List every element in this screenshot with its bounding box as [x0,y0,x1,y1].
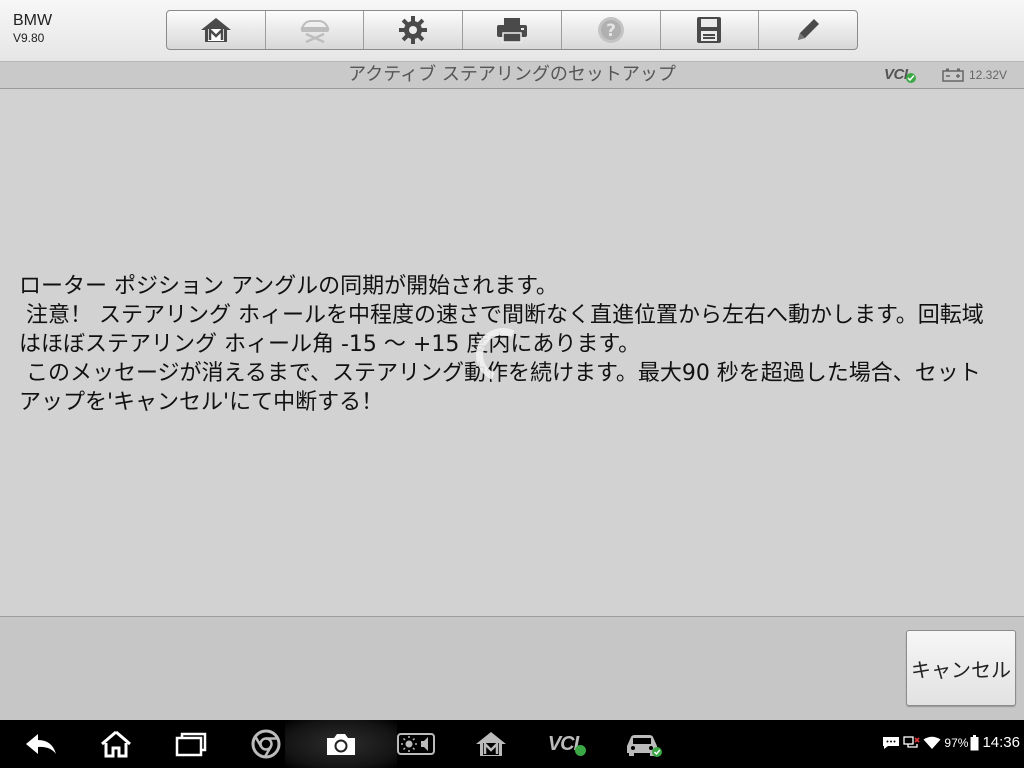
battery-voltage: 12.32V [969,68,1008,82]
message-area: ローター ポジション アングルの同期が開始されます。 注意！ ステアリング ホィ… [0,90,1024,616]
cancel-button[interactable]: キャンセル [906,630,1016,706]
maxisys-home-button[interactable] [472,728,510,760]
house-icon [101,730,131,758]
action-bar: キャンセル [0,616,1024,720]
app-version: V9.80 [13,31,45,45]
vci-nav-label: VCI [547,732,579,755]
vci-label: VCI [884,66,908,83]
system-clock: 14:36 [982,734,1020,751]
recent-apps-icon [175,732,207,757]
remote-expert-button[interactable] [622,728,664,760]
help-icon: ? [597,17,624,43]
back-arrow-icon [26,734,56,754]
title-bar: アクティブ ステアリングのセットアップ VCI 12.32V [0,62,1024,89]
home-nav-button[interactable] [97,728,135,760]
vci-status: VCI [884,66,916,83]
main-toolbar: ? [166,10,858,50]
vci-manager-button[interactable]: VCI [543,728,591,760]
printer-icon [497,18,528,43]
app-name: BMW [13,12,53,29]
top-header: BMW V9.80 ? [0,0,1024,62]
vci-connected-icon [905,72,916,83]
network-error-icon [903,735,920,748]
camera-icon [327,734,355,755]
edit-button[interactable] [759,11,857,49]
battery-percent: 97% [944,735,969,750]
home-m-icon [476,732,506,756]
brightness-volume-icon [397,733,435,755]
app-brand: BMW V9.80 [13,11,52,46]
save-icon [697,17,722,43]
page-title: アクティブ ステアリングのセットアップ [348,64,676,85]
home-m-icon [200,18,231,42]
wifi-icon [923,736,941,749]
back-button[interactable] [22,728,60,760]
recent-apps-button[interactable] [172,728,210,760]
battery-status: 12.32V [942,68,1007,82]
print-button[interactable] [463,11,562,49]
chrome-icon [251,729,281,759]
help-button[interactable]: ? [562,11,661,49]
camera-button[interactable] [322,728,360,760]
home-button[interactable] [167,11,266,49]
save-button[interactable] [661,11,760,49]
battery-icon [970,734,979,750]
vci-check-icon [575,744,587,756]
settings-button[interactable] [364,11,464,49]
vehicle-lift-icon [300,20,330,44]
car-battery-icon [942,68,964,82]
pencil-icon [798,19,820,40]
gear-icon [399,16,428,44]
display-settings-button[interactable] [396,728,436,760]
car-icon [627,735,662,757]
browser-button[interactable] [248,728,284,760]
system-nav-bar: VCI 97% 14:36 [0,720,1024,768]
message-icon [883,736,900,749]
svg-text:?: ? [606,21,616,41]
status-tray: 97% 14:36 [882,734,1020,751]
vehicle-lift-button[interactable] [266,11,365,49]
